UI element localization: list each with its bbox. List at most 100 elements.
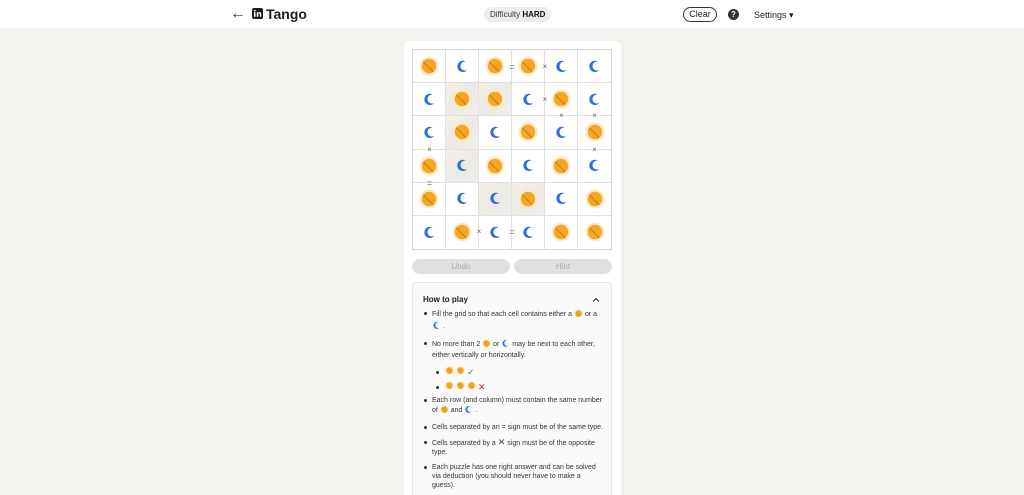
grid-cell[interactable] — [578, 215, 611, 249]
sun-icon — [485, 89, 505, 109]
grid-cell[interactable] — [446, 182, 479, 216]
grid-cell[interactable] — [545, 182, 578, 216]
grid-cell[interactable] — [413, 83, 446, 117]
grid-cell[interactable] — [479, 149, 512, 183]
equal-sign-icon: = — [509, 61, 515, 72]
difficulty-label: Difficulty — [490, 10, 521, 19]
sun-icon — [518, 122, 538, 142]
equal-sign-icon: = — [426, 177, 433, 188]
tango-grid: = × × × × × × = × = — [412, 49, 612, 250]
settings-label: Settings — [754, 10, 787, 20]
rule-text: Each puzzle has one right answer and can… — [432, 464, 596, 489]
help-icon[interactable]: ? — [728, 9, 739, 20]
sun-icon — [452, 222, 472, 242]
moon-icon — [422, 92, 437, 107]
moon-icon — [501, 339, 510, 351]
moon-icon — [422, 125, 437, 140]
cross-sign-icon: × — [427, 144, 432, 154]
grid-cell[interactable] — [512, 116, 545, 150]
chevron-up-icon[interactable] — [591, 292, 601, 302]
cross-sign-icon: × — [476, 227, 482, 237]
example-valid: ✓ — [423, 366, 603, 378]
moon-icon — [587, 158, 602, 173]
sun-icon — [518, 189, 538, 209]
hint-button[interactable]: Hint — [514, 259, 612, 274]
rule-equal-count: Each row (and column) must contain the s… — [423, 396, 603, 417]
sun-icon — [485, 56, 505, 76]
rule-text: . — [475, 407, 478, 414]
moon-icon — [432, 321, 441, 333]
moon-icon — [488, 125, 503, 140]
rule-cross-sign: Cells separated by a ✕ sign must be of t… — [423, 438, 603, 457]
cross-sign-icon: × — [542, 94, 548, 104]
top-bar: ← Tango Difficulty HARD Clear ? Settings… — [0, 0, 1024, 28]
app-title: Tango — [266, 6, 307, 22]
sun-icon — [456, 381, 465, 393]
grid-cell[interactable] — [446, 83, 479, 117]
back-arrow-icon[interactable]: ← — [230, 5, 246, 23]
sun-icon — [452, 122, 472, 142]
caret-down-icon: ▾ — [789, 10, 794, 20]
cross-sign-icon: × — [542, 61, 548, 71]
moon-icon — [587, 59, 602, 74]
rule-text: Fill the grid so that each cell contains… — [432, 311, 573, 318]
rule-text: . — [442, 323, 445, 330]
sun-icon — [419, 189, 439, 209]
moon-icon — [455, 59, 470, 74]
grid-cell[interactable] — [578, 182, 611, 216]
grid-cell[interactable] — [479, 116, 512, 150]
sun-icon — [482, 339, 491, 351]
sun-icon — [452, 89, 472, 109]
moon-icon — [422, 225, 437, 240]
difficulty-value: HARD — [522, 10, 546, 19]
sun-icon — [440, 405, 449, 417]
rule-text: a — [593, 311, 598, 318]
settings-menu[interactable]: Settings ▾ — [754, 10, 794, 20]
rule-equal-sign: Cells separated by an = sign must be of … — [423, 423, 603, 432]
sun-icon — [419, 156, 439, 176]
grid-cell[interactable] — [512, 182, 545, 216]
grid-cell[interactable] — [446, 50, 479, 84]
grid-cell[interactable] — [578, 50, 611, 84]
grid-cell[interactable] — [446, 149, 479, 183]
grid-cell[interactable] — [512, 149, 545, 183]
moon-icon — [455, 191, 470, 206]
grid-cell[interactable] — [479, 83, 512, 117]
grid-cell[interactable] — [413, 50, 446, 84]
moon-icon — [455, 158, 470, 173]
grid-cell[interactable] — [479, 182, 512, 216]
rule-one-answer: Each puzzle has one right answer and can… — [423, 463, 603, 490]
moon-icon — [521, 158, 536, 173]
moon-icon — [521, 225, 536, 240]
cross-sign-icon: × — [559, 111, 564, 121]
sun-icon — [518, 56, 538, 76]
moon-icon — [587, 92, 602, 107]
sun-icon — [551, 89, 571, 109]
rule-text: Cells separated by an = sign must be of … — [432, 424, 604, 431]
game-panel: = × × × × × × = × = Undo Hint How to play Fill th… — [404, 41, 621, 495]
grid-cell[interactable] — [413, 215, 446, 249]
difficulty-badge: Difficulty HARD — [484, 7, 552, 22]
grid-cell[interactable] — [446, 116, 479, 150]
sun-icon — [574, 309, 583, 321]
how-to-play-title: How to play — [423, 295, 468, 304]
moon-icon — [521, 92, 536, 107]
undo-button[interactable]: Undo — [412, 259, 510, 274]
rule-text: and — [450, 407, 463, 414]
how-to-play-section: How to play Fill the grid so that each c… — [412, 282, 612, 495]
rule-no-more-than-two: No more than 2 or may be next to each ot… — [423, 339, 603, 360]
sun-icon — [419, 56, 439, 76]
sun-icon — [456, 366, 465, 378]
moon-icon — [554, 125, 569, 140]
rule-text: Cells separated by a — [432, 440, 496, 447]
grid-cell[interactable] — [545, 149, 578, 183]
clear-button[interactable]: Clear — [683, 7, 717, 22]
rule-text: No more than 2 — [432, 341, 481, 348]
cross-icon: ✕ — [478, 381, 486, 392]
cross-sign-icon: ✕ — [497, 437, 506, 447]
sun-icon — [585, 222, 605, 242]
moon-icon — [464, 405, 473, 417]
rule-fill-grid: Fill the grid so that each cell contains… — [423, 309, 603, 333]
grid-cell[interactable] — [545, 215, 578, 249]
sun-icon — [445, 381, 454, 393]
